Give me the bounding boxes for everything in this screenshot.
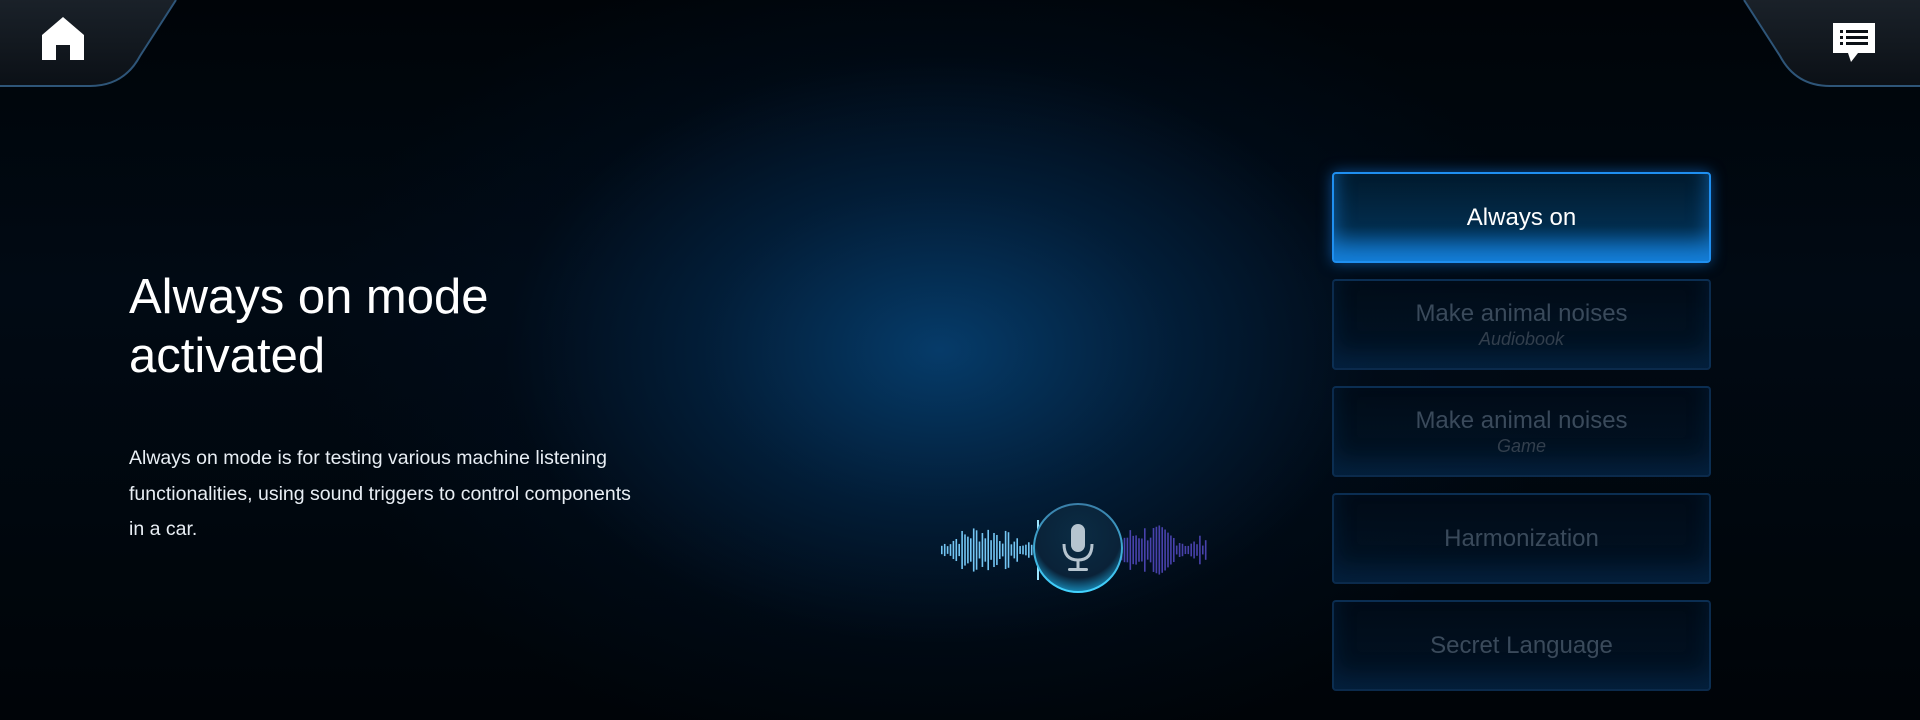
waveform-bar bbox=[1013, 541, 1016, 559]
chat-corner-tab bbox=[1740, 0, 1920, 88]
waveform-bar bbox=[1187, 545, 1190, 555]
option-animal-noises-game[interactable]: Make animal noises Game bbox=[1332, 386, 1711, 477]
mode-options-list: Always on Make animal noises Audiobook M… bbox=[1332, 172, 1711, 707]
option-label: Always on bbox=[1466, 203, 1577, 231]
waveform-bar bbox=[999, 541, 1001, 559]
waveform-bar bbox=[958, 543, 960, 557]
microphone-button[interactable] bbox=[1032, 502, 1124, 594]
waveform-bar bbox=[1019, 546, 1021, 554]
waveform-bar bbox=[1001, 543, 1004, 557]
waveform-bar bbox=[1022, 545, 1024, 555]
waveform-bar bbox=[952, 540, 955, 560]
waveform-bar bbox=[1196, 544, 1198, 556]
waveform-bar bbox=[1199, 535, 1201, 565]
waveform-bar bbox=[981, 533, 984, 567]
option-sublabel: Audiobook bbox=[1478, 328, 1565, 349]
waveform-bar bbox=[961, 530, 963, 570]
option-harmonization[interactable]: Harmonization bbox=[1332, 493, 1711, 584]
waveform-bar bbox=[1129, 530, 1132, 570]
chat-icon[interactable] bbox=[1830, 20, 1878, 66]
waveform-bar bbox=[972, 528, 975, 572]
waveform-bar bbox=[943, 543, 946, 557]
waveform-bar bbox=[1152, 528, 1155, 572]
home-icon[interactable] bbox=[40, 14, 86, 62]
waveform-bar bbox=[1028, 542, 1030, 558]
waveform-bar bbox=[941, 545, 943, 555]
waveform-bar bbox=[984, 538, 987, 562]
option-label: Harmonization bbox=[1444, 524, 1599, 552]
waveform-bar bbox=[946, 546, 949, 554]
mode-description: Always on mode is for testing various ma… bbox=[129, 447, 631, 540]
waveform-bar bbox=[1149, 537, 1152, 563]
waveform-bar bbox=[1181, 543, 1184, 557]
option-animal-noises-audiobook[interactable]: Make animal noises Audiobook bbox=[1332, 279, 1711, 370]
waveform-bar bbox=[1184, 545, 1187, 555]
waveform-bar bbox=[1025, 544, 1027, 556]
waveform-bar bbox=[1126, 537, 1129, 563]
option-label: Make animal noises bbox=[1415, 406, 1628, 434]
waveform-bar bbox=[1204, 540, 1207, 560]
page-title: Always on mode activated bbox=[129, 270, 489, 383]
waveform-bar bbox=[978, 541, 981, 559]
option-sublabel: Game bbox=[1496, 435, 1547, 456]
waveform-bar bbox=[1146, 540, 1149, 560]
waveform-bar bbox=[1144, 528, 1146, 572]
waveform-bar bbox=[949, 544, 952, 556]
waveform-bar bbox=[1170, 535, 1172, 565]
waveform-bar bbox=[1158, 525, 1161, 575]
waveform-bar bbox=[1167, 532, 1169, 568]
waveform-bar bbox=[1202, 545, 1204, 555]
waveform-bar bbox=[1135, 535, 1137, 565]
waveform-bar bbox=[1193, 541, 1195, 559]
waveform-bar bbox=[1004, 530, 1007, 570]
waveform-bar bbox=[975, 530, 978, 570]
waveform-bar bbox=[1161, 527, 1163, 573]
waveform-bar bbox=[1132, 535, 1134, 565]
waveform-bar bbox=[996, 534, 998, 566]
waveform-bar bbox=[1007, 532, 1010, 568]
waveform-bar bbox=[1178, 543, 1181, 557]
option-always-on[interactable]: Always on bbox=[1332, 172, 1711, 263]
waveform-bar bbox=[955, 538, 958, 562]
option-label: Make animal noises bbox=[1415, 299, 1628, 327]
home-corner-tab bbox=[0, 0, 180, 88]
waveform-bar bbox=[1138, 538, 1140, 562]
waveform-bar bbox=[1190, 543, 1192, 557]
waveform-bar bbox=[964, 534, 966, 566]
voice-mode-screen: Always on mode activated Always on mode … bbox=[0, 0, 1920, 720]
waveform-bar bbox=[970, 538, 972, 562]
waveform-bar bbox=[1155, 526, 1158, 574]
waveform-bar bbox=[990, 540, 992, 560]
waveform-bar bbox=[1175, 545, 1178, 555]
option-label: Secret Language bbox=[1430, 631, 1613, 659]
waveform-bar bbox=[1164, 529, 1166, 571]
waveform-bar bbox=[967, 536, 969, 564]
waveform-bar bbox=[1016, 538, 1018, 562]
waveform-bar bbox=[993, 532, 995, 568]
waveform-bar bbox=[1173, 537, 1175, 563]
waveform-bar bbox=[1141, 538, 1143, 562]
waveform-bar bbox=[987, 529, 989, 571]
waveform-bar bbox=[1010, 544, 1013, 556]
option-secret-language[interactable]: Secret Language bbox=[1332, 600, 1711, 691]
